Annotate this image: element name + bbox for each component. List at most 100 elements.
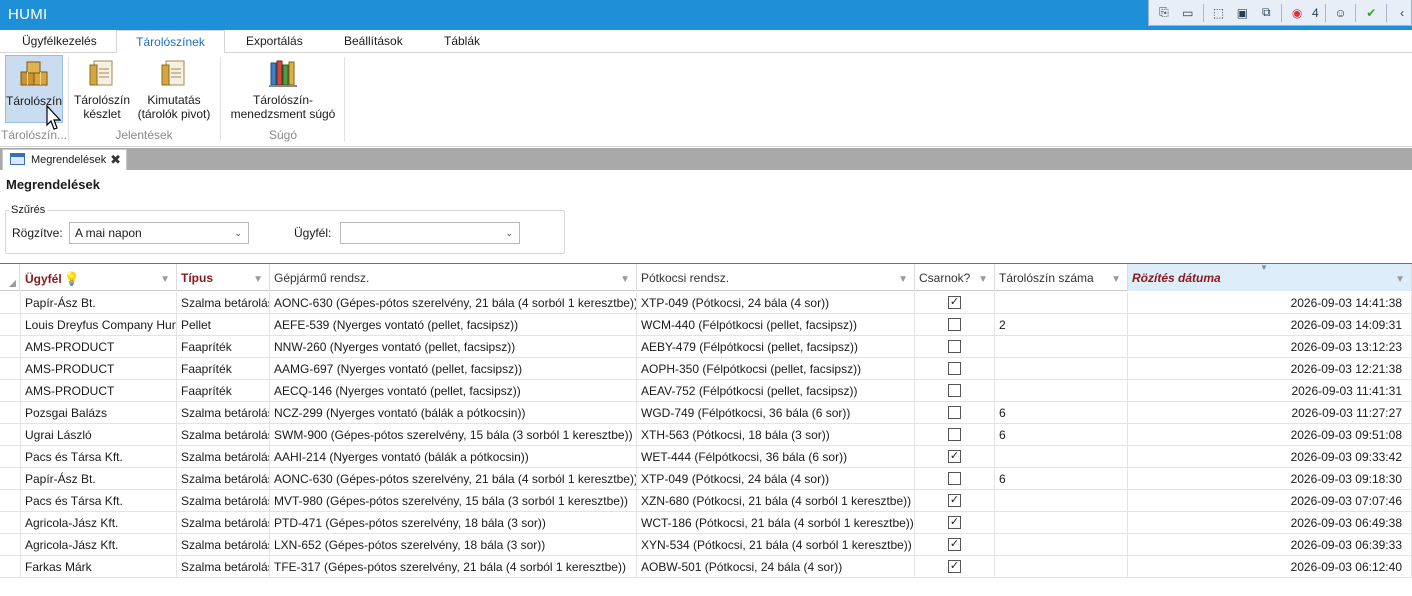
cell-vehicle[interactable]: AONC-630 (Gépes-pótos szerelvény, 21 bál… (270, 468, 637, 490)
cell-trailer[interactable]: XZN-680 (Pótkocsi, 21 bála (4 sorból 1 k… (637, 490, 915, 512)
col-header-hall[interactable]: Csarnok? ▼ (915, 264, 995, 291)
row-indicator[interactable] (0, 292, 21, 314)
cell-vehicle[interactable]: NCZ-299 (Nyerges vontató (bálák a pótkoc… (270, 402, 637, 424)
filter-funnel-icon[interactable]: ▼ (978, 265, 988, 291)
cell-date[interactable]: 2026-09-03 13:12:23 (1128, 336, 1412, 358)
cell-storage[interactable]: 6 (995, 424, 1128, 446)
video-icon[interactable]: ▭ (1179, 3, 1197, 23)
col-header-trailer[interactable]: Pótkocsi rendsz. ▼ (637, 264, 915, 291)
cell-trailer[interactable]: WET-444 (Félpótkocsi, 36 bála (6 sor)) (637, 446, 915, 468)
cell-date[interactable]: 2026-09-03 07:07:46 (1128, 490, 1412, 512)
table-row[interactable]: AMS-PRODUCT Faapríték AECQ-146 (Nyerges vo… (0, 380, 1412, 402)
cell-storage[interactable] (995, 534, 1128, 556)
table-row[interactable]: Agricola-Jász Kft. Szalma betárolás PTD-47… (0, 512, 1412, 534)
row-indicator[interactable] (0, 380, 21, 402)
cell-type[interactable]: Szalma betárolás (177, 534, 270, 556)
cell-vehicle[interactable]: AEFE-539 (Nyerges vontató (pellet, facsi… (270, 314, 637, 336)
table-row[interactable]: AMS-PRODUCT Faapríték NNW-260 (Nyerges von… (0, 336, 1412, 358)
cell-client[interactable]: Agricola-Jász Kft. (21, 512, 177, 534)
cell-vehicle[interactable]: AECQ-146 (Nyerges vontató (pellet, facsi… (270, 380, 637, 402)
cell-type[interactable]: Szalma betárolás (177, 424, 270, 446)
cell-trailer[interactable]: WGD-749 (Félpótkocsi, 36 bála (6 sor)) (637, 402, 915, 424)
hall-checkbox[interactable]: ✓ (948, 494, 961, 507)
row-indicator[interactable] (0, 402, 21, 424)
cell-vehicle[interactable]: AONC-630 (Gépes-pótos szerelvény, 21 bál… (270, 292, 637, 314)
close-icon[interactable]: ✖ (110, 150, 121, 169)
filter-funnel-icon[interactable]: ▼ (620, 265, 630, 291)
cell-type[interactable]: Szalma betárolás (177, 446, 270, 468)
cell-date[interactable]: 2026-09-03 06:39:33 (1128, 534, 1412, 556)
table-row[interactable]: AMS-PRODUCT Faapríték AAMG-697 (Nyerges vo… (0, 358, 1412, 380)
cell-storage[interactable] (995, 292, 1128, 314)
record-icon[interactable]: ◉ (1288, 3, 1306, 23)
taroloszin-keszlet-button[interactable]: Tárolószín készlet (72, 55, 132, 123)
table-row[interactable]: Pozsgai Balázs Szalma betárolás NCZ-299 (N… (0, 402, 1412, 424)
chevron-left-icon[interactable]: ‹ (1393, 3, 1411, 23)
tab-beallitasok[interactable]: Beállítások (334, 30, 413, 53)
cell-storage[interactable] (995, 380, 1128, 402)
doc-tab-megrendelesek[interactable]: Megrendelések ✖ (2, 149, 127, 170)
row-indicator[interactable] (0, 336, 21, 358)
cell-type[interactable]: Szalma betárolás (177, 468, 270, 490)
cell-date[interactable]: 2026-09-03 06:12:40 (1128, 556, 1412, 578)
col-header-client[interactable]: Ügyfél 💡 ▼ (21, 264, 177, 291)
cell-storage[interactable] (995, 490, 1128, 512)
cell-storage[interactable] (995, 446, 1128, 468)
cell-type[interactable]: Szalma betárolás (177, 512, 270, 534)
filter-funnel-icon[interactable]: ▼ (898, 265, 908, 291)
row-indicator[interactable] (0, 534, 21, 556)
hall-checkbox[interactable] (948, 384, 961, 397)
hall-checkbox[interactable] (948, 340, 961, 353)
cell-date[interactable]: 2026-09-03 12:21:38 (1128, 358, 1412, 380)
cell-date[interactable]: 2026-09-03 11:27:27 (1128, 402, 1412, 424)
table-row[interactable]: Pacs és Társa Kft. Szalma betárolás AAHI-2… (0, 446, 1412, 468)
cell-storage[interactable]: 6 (995, 402, 1128, 424)
hall-checkbox[interactable] (948, 472, 961, 485)
hall-checkbox[interactable]: ✓ (948, 296, 961, 309)
table-row[interactable]: Papír-Ász Bt. Szalma betárolás AONC-630 (G… (0, 292, 1412, 314)
cell-storage[interactable] (995, 556, 1128, 578)
fullscreen-icon[interactable]: ▣ (1234, 3, 1252, 23)
cell-storage[interactable] (995, 358, 1128, 380)
cell-client[interactable]: AMS-PRODUCT (21, 380, 177, 402)
tab-tablak[interactable]: Táblák (434, 30, 490, 53)
filter-funnel-icon[interactable]: ▼ (253, 265, 263, 291)
row-indicator[interactable] (0, 314, 21, 336)
cell-type[interactable]: Szalma betárolás (177, 402, 270, 424)
cell-date[interactable]: 2026-09-03 09:51:08 (1128, 424, 1412, 446)
cell-client[interactable]: Louis Dreyfus Company Hun (21, 314, 177, 336)
cell-trailer[interactable]: AEBY-479 (Félpótkocsi (pellet, facsipsz)… (637, 336, 915, 358)
cell-date[interactable]: 2026-09-03 09:18:30 (1128, 468, 1412, 490)
filter-funnel-icon[interactable]: ▼ (1111, 265, 1121, 291)
sugo-button[interactable]: Tárolószín- menedzsment súgó (226, 55, 340, 123)
client-select[interactable]: ⌄ (340, 222, 520, 244)
cell-client[interactable]: Farkas Márk (21, 556, 177, 578)
col-header-storage[interactable]: Tárolószín száma ▼ (995, 264, 1128, 291)
recorded-select[interactable]: A mai napon ⌄ (69, 222, 249, 244)
cell-storage[interactable]: 2 (995, 314, 1128, 336)
cell-vehicle[interactable]: TFE-317 (Gépes-pótos szerelvény, 21 bála… (270, 556, 637, 578)
hall-checkbox[interactable] (948, 428, 961, 441)
hall-checkbox[interactable]: ✓ (948, 516, 961, 529)
table-row[interactable]: Louis Dreyfus Company Hun Pellet AEFE-539 … (0, 314, 1412, 336)
cell-client[interactable]: Agricola-Jász Kft. (21, 534, 177, 556)
cell-date[interactable]: 2026-09-03 11:41:31 (1128, 380, 1412, 402)
filter-funnel-icon[interactable]: ▼ (160, 265, 170, 291)
tab-exportalas[interactable]: Exportálás (236, 30, 313, 53)
cell-vehicle[interactable]: AAMG-697 (Nyerges vontató (pellet, facsi… (270, 358, 637, 380)
cell-trailer[interactable]: AOBW-501 (Pótkocsi, 24 bála (4 sor)) (637, 556, 915, 578)
cell-client[interactable]: AMS-PRODUCT (21, 336, 177, 358)
pointer-icon[interactable]: ⬚ (1210, 3, 1228, 23)
cell-client[interactable]: Pacs és Társa Kft. (21, 446, 177, 468)
cell-type[interactable]: Szalma betárolás (177, 292, 270, 314)
cell-date[interactable]: 2026-09-03 09:33:42 (1128, 446, 1412, 468)
cell-date[interactable]: 2026-09-03 14:41:38 (1128, 292, 1412, 314)
hall-checkbox[interactable] (948, 362, 961, 375)
cell-trailer[interactable]: XTP-049 (Pótkocsi, 24 bála (4 sor)) (637, 292, 915, 314)
cell-vehicle[interactable]: NNW-260 (Nyerges vontató (pellet, facsip… (270, 336, 637, 358)
cell-trailer[interactable]: AOPH-350 (Félpótkocsi (pellet, facsipsz)… (637, 358, 915, 380)
row-indicator[interactable] (0, 556, 21, 578)
cell-vehicle[interactable]: PTD-471 (Gépes-pótos szerelvény, 18 bála… (270, 512, 637, 534)
cell-client[interactable]: Ugrai László (21, 424, 177, 446)
tab-taroloszinek[interactable]: Tárolószínek (116, 30, 225, 54)
